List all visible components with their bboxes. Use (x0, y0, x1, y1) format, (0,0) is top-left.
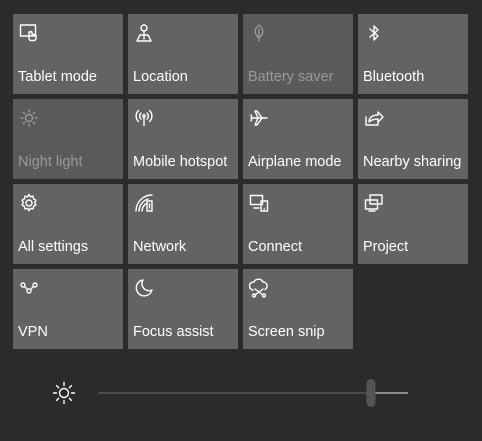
tile-tablet-mode[interactable]: Tablet mode (13, 14, 123, 94)
tile-night-light[interactable]: Night light (13, 99, 123, 179)
tile-project[interactable]: Project (358, 184, 468, 264)
tile-connect[interactable]: Connect (243, 184, 353, 264)
moon-icon (133, 277, 155, 299)
brightness-sun-icon (52, 381, 76, 405)
brightness-slider[interactable] (98, 379, 408, 407)
tablet-mode-icon (18, 22, 40, 44)
tile-label: Night light (18, 154, 83, 170)
tile-label: Project (363, 239, 409, 255)
tile-label: Focus assist (133, 324, 214, 340)
slider-thumb[interactable] (366, 379, 376, 407)
location-icon (133, 22, 155, 44)
tile-network[interactable]: Network (128, 184, 238, 264)
tile-label: Location (133, 69, 188, 85)
tile-vpn[interactable]: VPN (13, 269, 123, 349)
tile-nearby-sharing[interactable]: Nearby sharing (358, 99, 468, 179)
tile-label: VPN (18, 324, 48, 340)
tile-label: Network (133, 239, 187, 255)
connect-icon (248, 192, 270, 214)
tile-screen-snip[interactable]: Screen snip (243, 269, 353, 349)
tile-location[interactable]: Location (128, 14, 238, 94)
tile-label: Bluetooth (363, 69, 425, 85)
tile-bluetooth[interactable]: Bluetooth (358, 14, 468, 94)
network-icon (133, 192, 155, 214)
slider-remaining (375, 392, 408, 394)
tile-label: All settings (18, 239, 89, 255)
bluetooth-icon (363, 22, 385, 44)
screen-snip-icon (248, 277, 270, 299)
tile-mobile-hotspot[interactable]: Mobile hotspot (128, 99, 238, 179)
tile-label: Mobile hotspot (133, 154, 228, 170)
project-icon (363, 192, 385, 214)
gear-icon (18, 192, 40, 214)
tile-label: Battery saver (248, 69, 334, 85)
tile-label: Airplane mode (248, 154, 342, 170)
vpn-icon (18, 277, 40, 299)
tile-all-settings[interactable]: All settings (13, 184, 123, 264)
mobile-hotspot-icon (133, 107, 155, 129)
quick-actions-grid: Tablet mode Location Battery saver Bluet… (13, 14, 468, 349)
tile-label: Nearby sharing (363, 154, 462, 170)
tile-label: Connect (248, 239, 303, 255)
brightness-control (0, 370, 482, 416)
tile-airplane-mode[interactable]: Airplane mode (243, 99, 353, 179)
tile-battery-saver[interactable]: Battery saver (243, 14, 353, 94)
tile-label: Tablet mode (18, 69, 97, 85)
slider-fill (98, 392, 371, 394)
airplane-icon (248, 107, 270, 129)
night-light-icon (18, 107, 40, 129)
nearby-sharing-icon (363, 107, 385, 129)
battery-saver-icon (248, 22, 270, 44)
tile-label: Screen snip (248, 324, 325, 340)
tile-focus-assist[interactable]: Focus assist (128, 269, 238, 349)
